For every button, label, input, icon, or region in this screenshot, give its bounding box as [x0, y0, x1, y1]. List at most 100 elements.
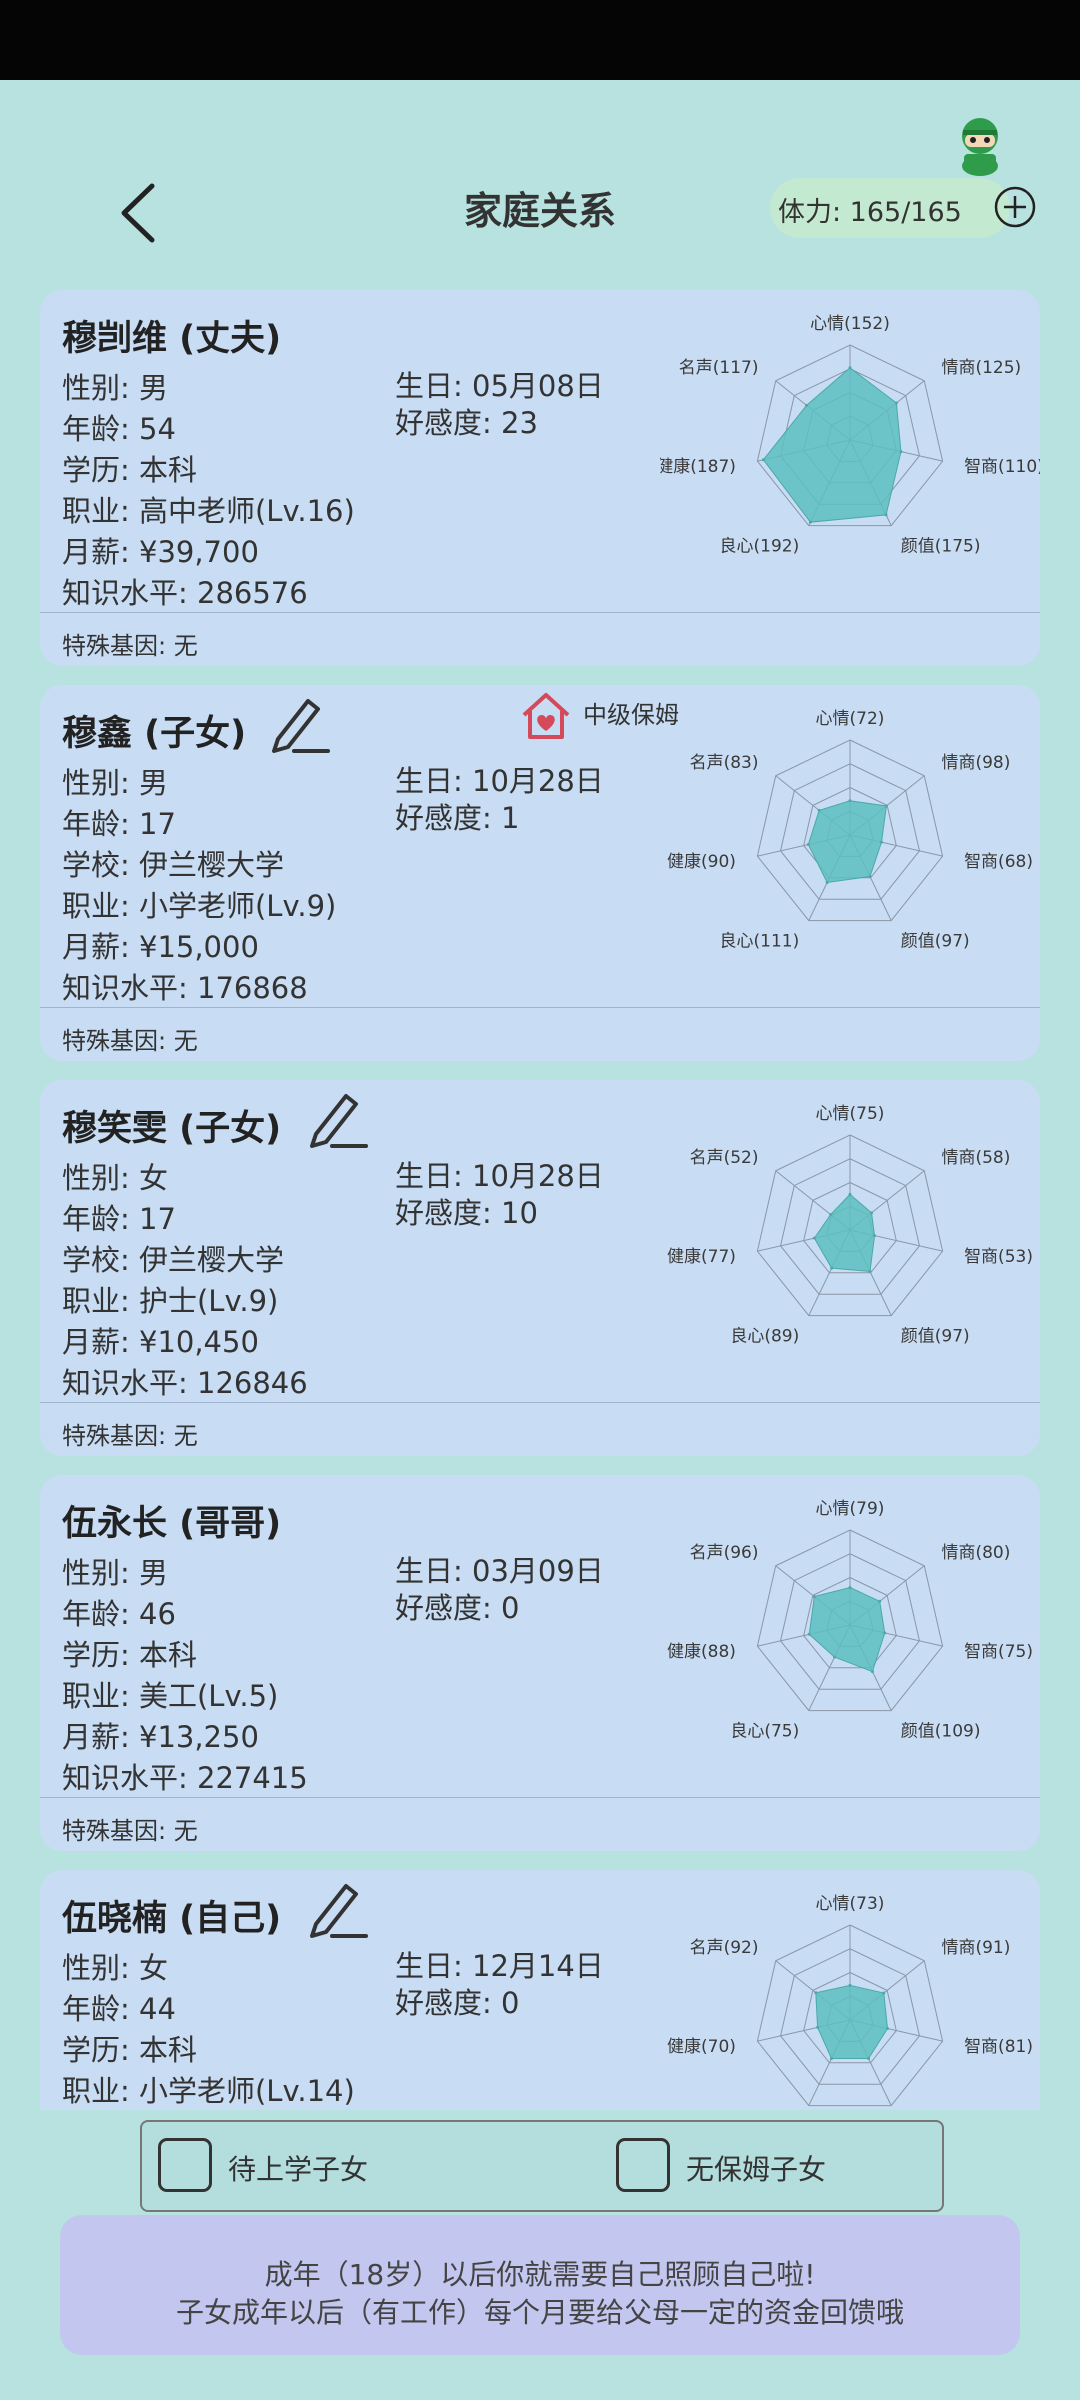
- radar-point: [878, 1599, 882, 1603]
- radar-point: [833, 1655, 837, 1659]
- radar-point: [883, 1631, 887, 1635]
- radar-label: 智商(75): [964, 1642, 1033, 1662]
- radar-label: 情商(125): [941, 358, 1021, 378]
- radar-label: 健康(77): [667, 1247, 736, 1267]
- radar-label: 良心(75): [730, 1721, 799, 1741]
- radar-label: 颜值(97): [901, 1326, 970, 1346]
- avatar-icon[interactable]: [955, 110, 1005, 176]
- member-birthday: 生日: 10月28日: [395, 764, 604, 798]
- member-extra: 生日: 10月28日 好感度: 10: [395, 1158, 604, 1232]
- member-age: 年龄: 44: [62, 1992, 176, 2026]
- no-nanny-checkbox[interactable]: [616, 2138, 670, 2192]
- member-name: 穆剀维 (丈夫): [62, 319, 282, 359]
- member-job: 职业: 小学老师(Lv.14): [62, 2074, 355, 2108]
- member-favor: 好感度: 0: [395, 1986, 520, 2020]
- divider: [40, 1402, 1040, 1403]
- radar-label: 颜值(109): [901, 1721, 981, 1741]
- radar-label: 心情(72): [816, 709, 885, 729]
- radar-point: [848, 1585, 852, 1589]
- edit-icon[interactable]: [302, 1876, 368, 1942]
- family-member-card[interactable]: 穆剀维 (丈夫) 性别: 男 年龄: 54 学历: 本科 职业: 高中老师(Lv…: [40, 290, 1040, 666]
- member-salary: 月薪: ¥10,450: [62, 1325, 259, 1359]
- member-education: 学历: 本科: [62, 453, 197, 487]
- radar-point: [884, 804, 888, 808]
- no-nanny-label: 无保姆子女: [686, 2153, 827, 2186]
- radar-point: [848, 1192, 852, 1196]
- member-gender: 性别: 男: [62, 766, 168, 800]
- member-extra: 生日: 10月28日 好感度: 1: [395, 763, 604, 837]
- member-name: 伍晓楠 (自己): [62, 1899, 282, 1939]
- radar-value-area: [813, 1193, 876, 1273]
- family-member-card[interactable]: 穆笑雯 (子女) 性别: 女 年龄: 17 学校: 伊兰樱大学 职业: 护士(L…: [40, 1080, 1040, 1456]
- member-education: 学历: 本科: [62, 1638, 197, 1672]
- member-age: 年龄: 46: [62, 1597, 176, 1631]
- radar-point: [825, 881, 829, 885]
- filter-bar: 待上学子女 无保姆子女: [140, 2120, 944, 2212]
- member-favor: 好感度: 10: [395, 1196, 538, 1230]
- notice-line-1: 成年（18岁）以后你就需要自己照顾自己啦!: [264, 2258, 816, 2291]
- member-salary: 月薪: ¥15,000: [62, 930, 259, 964]
- divider: [40, 1797, 1040, 1798]
- radar-point: [829, 2057, 833, 2061]
- radar-point: [830, 1266, 834, 1270]
- member-birthday: 生日: 10月28日: [395, 1159, 604, 1193]
- radar-label: 健康(88): [667, 1642, 736, 1662]
- radar-point: [816, 2025, 820, 2029]
- radar-point: [868, 1270, 872, 1274]
- notice-line-2: 子女成年以后（有工作）每个月要给父母一定的资金回馈哦: [175, 2296, 904, 2329]
- family-member-card[interactable]: 穆鑫 (子女) 中级保姆 性别: 男 年龄: 17 学校: 伊兰樱大学 职业: …: [40, 685, 1040, 1061]
- member-age: 年龄: 17: [62, 1202, 176, 1236]
- notice-panel: 成年（18岁）以后你就需要自己照顾自己啦! 子女成年以后（有工作）每个月要给父母…: [60, 2215, 1020, 2355]
- attribute-radar-chart: 心情(79) 情商(80) 智商(75) 颜值(109) 良心(75) 健康(88) 名声(…: [667, 1499, 1033, 1741]
- radar-point: [812, 1595, 816, 1599]
- radar-label: 良心(89): [730, 1326, 799, 1346]
- radar-label: 心情(152): [810, 314, 890, 334]
- radar-label: 良心(111): [720, 931, 800, 951]
- member-birthday: 生日: 03月09日: [395, 1554, 604, 1588]
- member-salary: 月薪: ¥39,700: [62, 535, 259, 569]
- radar-label: 情商(80): [941, 1543, 1010, 1563]
- radar-point: [882, 1991, 886, 1995]
- member-age: 年龄: 54: [62, 412, 176, 446]
- school-children-checkbox[interactable]: [158, 2138, 212, 2192]
- attribute-radar-chart: 心情(73) 情商(91) 智商(81) 健康(70) 名声(92): [667, 1894, 1033, 2107]
- radar-point: [894, 401, 898, 405]
- radar-label: 健康(187): [660, 457, 736, 477]
- radar-point: [807, 1632, 811, 1636]
- divider: [40, 1007, 1040, 1008]
- member-gene: 特殊基因: 无: [62, 1422, 198, 1450]
- member-gender: 性别: 男: [62, 1556, 168, 1590]
- stamina-text: 体力: 165/165: [778, 197, 962, 228]
- member-details: 性别: 女 年龄: 44 学历: 本科 职业: 小学老师(Lv.14): [62, 1948, 355, 2110]
- add-stamina-button[interactable]: [994, 186, 1036, 228]
- member-favor: 好感度: 0: [395, 1591, 520, 1625]
- radar-value-area: [815, 1984, 889, 2060]
- member-school: 学校: 伊兰樱大学: [62, 1243, 284, 1277]
- radar-point: [879, 840, 883, 844]
- member-gender: 性别: 女: [62, 1951, 168, 1985]
- radar-label: 智商(81): [964, 2037, 1033, 2057]
- radar-label: 健康(90): [667, 852, 736, 872]
- family-member-card[interactable]: 伍永长 (哥哥) 性别: 男 年龄: 46 学历: 本科 职业: 美工(Lv.5…: [40, 1475, 1040, 1851]
- edit-icon[interactable]: [264, 691, 330, 757]
- member-salary: 月薪: ¥13,250: [62, 1720, 259, 1754]
- radar-value-area: [762, 367, 902, 523]
- house-heart-icon: [522, 693, 570, 739]
- edit-icon[interactable]: [302, 1086, 368, 1152]
- member-name: 伍永长 (哥哥): [62, 1504, 282, 1544]
- radar-point: [805, 403, 809, 407]
- radar-label: 情商(58): [941, 1148, 1010, 1168]
- radar-point: [899, 450, 903, 454]
- radar-label: 名声(117): [679, 358, 759, 378]
- member-knowledge: 知识水平: 176868: [62, 971, 308, 1005]
- radar-label: 智商(68): [964, 852, 1033, 872]
- member-extra: 生日: 03月09日 好感度: 0: [395, 1553, 604, 1627]
- member-favor: 好感度: 1: [395, 801, 520, 835]
- member-extra: 生日: 12月14日 好感度: 0: [395, 1948, 604, 2022]
- radar-label: 心情(75): [816, 1104, 885, 1124]
- radar-point: [761, 458, 765, 462]
- member-details: 性别: 男 年龄: 17 学校: 伊兰樱大学 职业: 小学老师(Lv.9) 月薪…: [62, 763, 336, 1009]
- radar-label: 名声(92): [690, 1938, 759, 1958]
- family-member-card[interactable]: 伍晓楠 (自己) 性别: 女 年龄: 44 学历: 本科 职业: 小学老师(Lv…: [40, 1870, 1040, 2110]
- member-job: 职业: 美工(Lv.5): [62, 1679, 279, 1713]
